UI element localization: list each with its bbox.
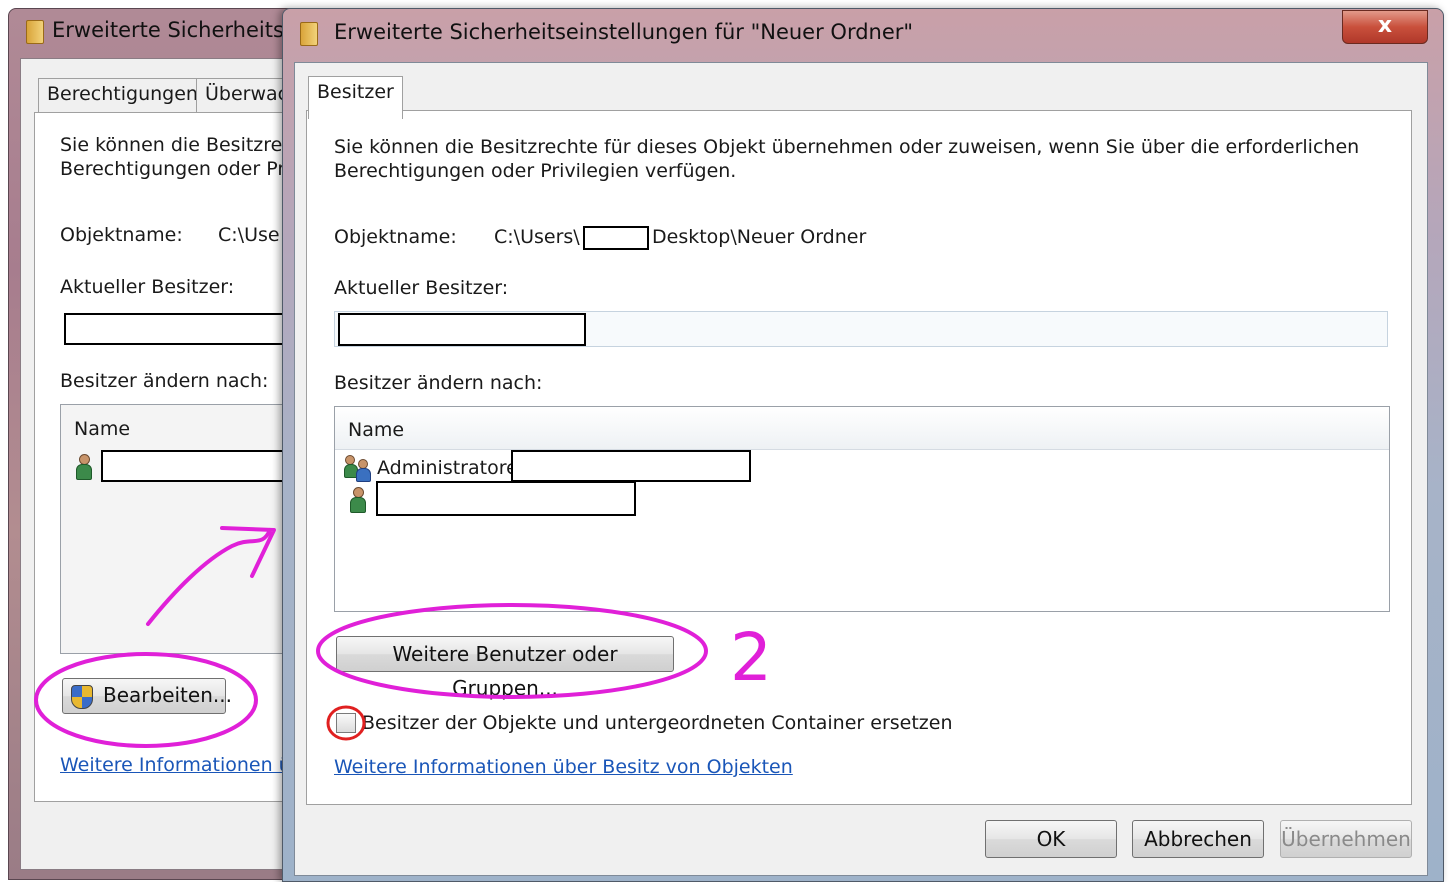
list-header-name[interactable]: Name bbox=[348, 419, 404, 441]
user-icon bbox=[348, 487, 366, 513]
back-object-name-label: Objektname: bbox=[60, 224, 183, 246]
front-window-title: Erweiterte Sicherheitseinstellungen für … bbox=[334, 20, 914, 44]
back-description-line1: Sie können die Besitzrech bbox=[60, 134, 305, 156]
front-description-line2: Berechtigungen oder Privilegien verfügen… bbox=[334, 160, 737, 182]
user-icon bbox=[74, 454, 92, 480]
uac-shield-icon bbox=[71, 685, 93, 709]
more-info-ownership-link[interactable]: Weitere Informationen über Besitz von Ob… bbox=[334, 756, 793, 778]
object-path-suffix: Desktop\Neuer Ordner bbox=[652, 226, 867, 248]
close-button[interactable]: x bbox=[1342, 10, 1428, 44]
replace-owner-checkbox-label[interactable]: Besitzer der Objekte und untergeordneten… bbox=[362, 712, 953, 734]
tab-berechtigungen[interactable]: Berechtigungen bbox=[38, 78, 207, 113]
back-list-item-redacted[interactable] bbox=[101, 450, 297, 482]
list-header-row bbox=[335, 407, 1389, 450]
back-current-owner-label: Aktueller Besitzer: bbox=[60, 276, 235, 298]
back-change-owner-label: Besitzer ändern nach: bbox=[60, 370, 269, 392]
current-owner-label: Aktueller Besitzer: bbox=[334, 277, 509, 299]
list-item-user-redacted[interactable] bbox=[376, 481, 636, 516]
object-name-label: Objektname: bbox=[334, 226, 457, 248]
back-window-title: Erweiterte Sicherheitse bbox=[52, 18, 297, 42]
object-path-username-redacted bbox=[583, 226, 649, 250]
ok-button[interactable]: OK bbox=[985, 820, 1117, 858]
folder-icon bbox=[26, 20, 44, 44]
edit-button[interactable]: Bearbeiten... bbox=[62, 678, 232, 714]
close-icon: x bbox=[1377, 13, 1393, 38]
list-item-administratoren-redacted bbox=[511, 450, 751, 482]
edit-button-label: Bearbeiten... bbox=[103, 683, 232, 707]
cancel-button[interactable]: Abbrechen bbox=[1132, 820, 1264, 858]
change-owner-label: Besitzer ändern nach: bbox=[334, 372, 543, 394]
front-description-line1: Sie können die Besitzrechte für dieses O… bbox=[334, 136, 1360, 158]
tab-besitzer[interactable]: Besitzer bbox=[308, 76, 403, 119]
back-owner-list[interactable] bbox=[60, 404, 292, 654]
back-description-line2: Berechtigungen oder Privi bbox=[60, 158, 307, 180]
apply-button[interactable]: Übernehmen bbox=[1280, 820, 1412, 858]
current-owner-redacted bbox=[338, 313, 586, 346]
group-icon bbox=[344, 455, 374, 482]
list-item-administratoren[interactable]: Administratoren bbox=[377, 457, 530, 479]
back-object-name-value: C:\Use bbox=[218, 224, 280, 246]
back-list-header-name: Name bbox=[74, 418, 131, 440]
more-users-groups-button[interactable]: Weitere Benutzer oder Gruppen... bbox=[336, 636, 674, 700]
replace-owner-checkbox[interactable] bbox=[336, 713, 356, 733]
back-more-info-link[interactable]: Weitere Informationen übe bbox=[60, 754, 314, 776]
folder-icon bbox=[300, 22, 318, 46]
object-path-prefix: C:\Users\ bbox=[494, 226, 580, 248]
back-current-owner-redacted bbox=[64, 313, 286, 345]
